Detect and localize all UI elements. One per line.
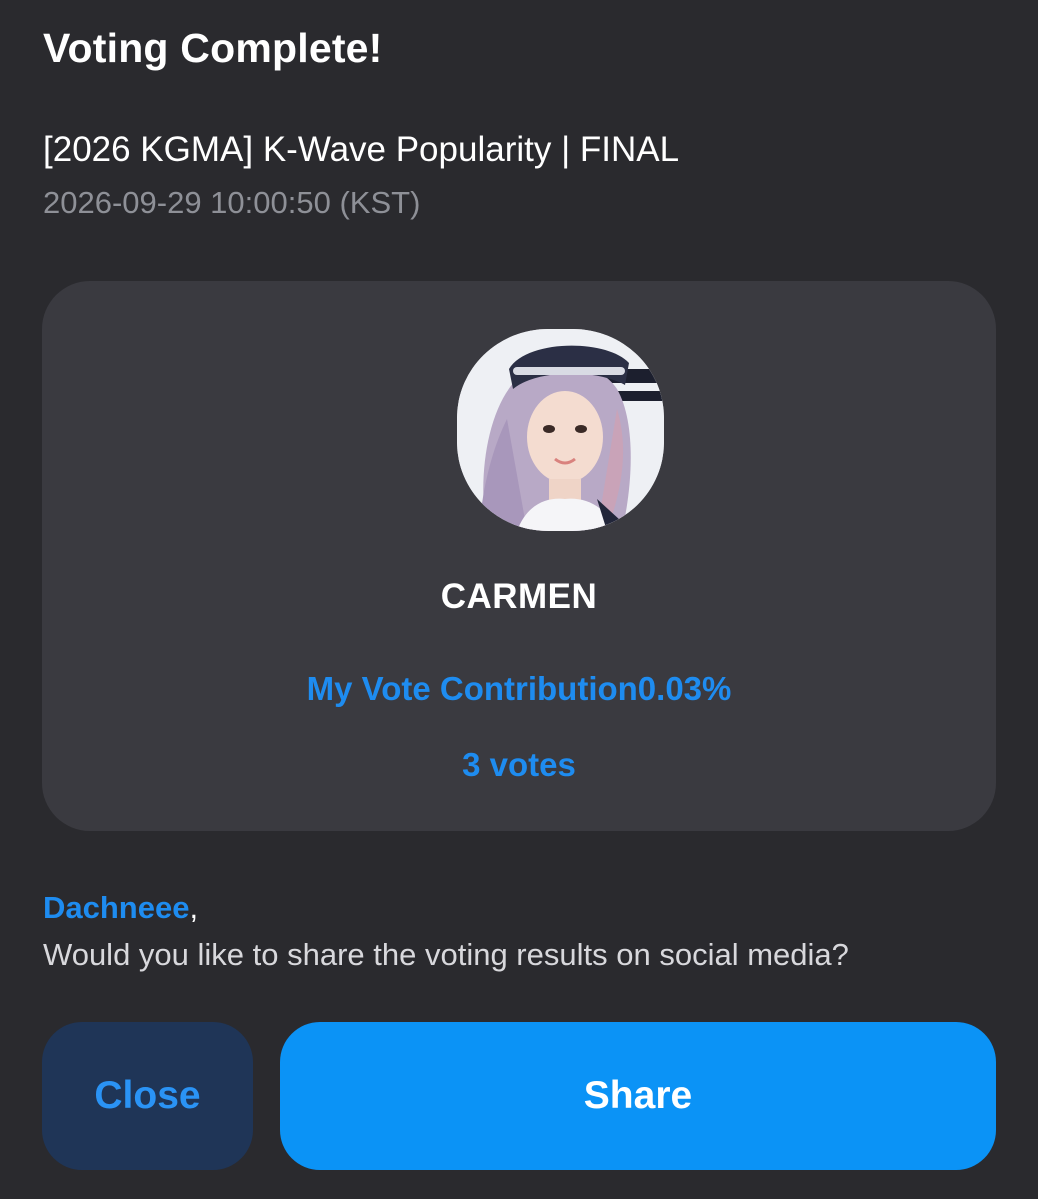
vote-contribution: My Vote Contribution0.03%: [306, 670, 732, 707]
close-button-label: Close: [94, 1074, 201, 1117]
vote-result-card: CARMEN My Vote Contribution0.03% 3 votes: [42, 281, 996, 831]
event-name: [2026 KGMA] K-Wave Popularity | FINAL: [43, 130, 680, 169]
share-button-label: Share: [583, 1074, 693, 1117]
close-button[interactable]: Close: [42, 1022, 253, 1170]
vote-count: 3 votes: [462, 746, 576, 783]
artist-photo-icon: [457, 329, 664, 531]
share-button[interactable]: Share: [280, 1022, 996, 1170]
greeting-separator: ,: [189, 890, 199, 925]
share-question: Would you like to share the voting resul…: [43, 937, 849, 972]
artist-name: CARMEN: [440, 577, 598, 616]
username: Dachneee: [43, 890, 190, 925]
page-title: Voting Complete!: [43, 25, 383, 71]
share-greeting: Dachneee,: [43, 887, 198, 929]
artist-avatar: [457, 329, 664, 531]
event-timestamp: 2026-09-29 10:00:50 (KST): [43, 185, 421, 220]
